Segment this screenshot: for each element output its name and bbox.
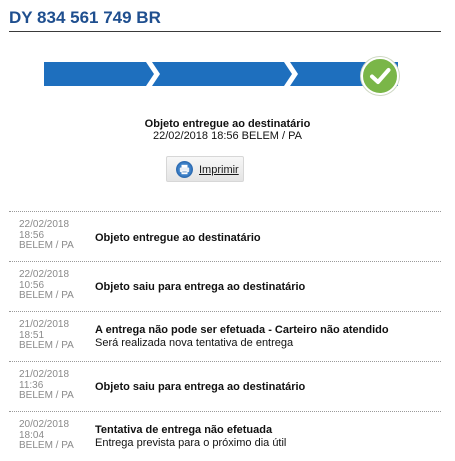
progress-bar (44, 62, 398, 86)
current-status: Objeto entregue ao destinatário 22/02/20… (0, 118, 455, 142)
progress-step-1 (44, 62, 154, 86)
event-date: 22/02/2018 (19, 269, 70, 280)
event-detail: Será realizada nova tentativa de entrega (95, 337, 294, 349)
event-meta: 22/02/2018 10:56 BELEM / PA (19, 269, 74, 302)
print-button-label: Imprimir (199, 164, 239, 176)
status-title: Objeto entregue ao destinatário (144, 118, 311, 130)
event-detail: Entrega prevista para o próximo dia útil (95, 437, 287, 449)
event-place: BELEM / PA (19, 240, 74, 251)
event-item: 21/02/2018 18:51 BELEM / PA A entrega nã… (9, 311, 441, 361)
event-date: 21/02/2018 (19, 319, 70, 330)
event-item: 20/02/2018 18:04 BELEM / PA Tentativa de… (9, 411, 441, 461)
event-meta: 20/02/2018 18:04 BELEM / PA (19, 419, 74, 452)
status-subtitle: 22/02/2018 18:56 BELEM / PA (152, 130, 302, 142)
event-list: 22/02/2018 18:56 BELEM / PA Objeto entre… (9, 211, 441, 461)
event-title: A entrega não pode ser efetuada - Cartei… (95, 324, 389, 336)
event-place: BELEM / PA (19, 440, 74, 451)
event-title: Objeto saiu para entrega ao destinatário (95, 381, 306, 393)
event-place: BELEM / PA (19, 340, 74, 351)
event-title: Tentativa de entrega não efetuada (95, 424, 273, 436)
tracking-code: DY 834 561 749 BR (9, 8, 161, 27)
event-title: Objeto entregue ao destinatário (95, 232, 261, 244)
event-meta: 21/02/2018 18:51 BELEM / PA (19, 319, 74, 352)
event-item: 22/02/2018 18:56 BELEM / PA Objeto entre… (9, 211, 441, 261)
event-title: Objeto saiu para entrega ao destinatário (95, 281, 306, 293)
event-item: 22/02/2018 10:56 BELEM / PA Objeto saiu … (9, 261, 441, 311)
event-date: 21/02/2018 (19, 369, 70, 380)
progress-step-2 (152, 62, 292, 86)
event-place: BELEM / PA (19, 290, 74, 301)
event-item: 21/02/2018 11:36 BELEM / PA Objeto saiu … (9, 361, 441, 411)
title-divider (9, 31, 441, 32)
event-meta: 21/02/2018 11:36 BELEM / PA (19, 369, 74, 402)
printer-icon (176, 161, 193, 178)
checkmark-icon (361, 57, 399, 95)
event-date: 22/02/2018 (19, 219, 70, 230)
event-place: BELEM / PA (19, 390, 74, 401)
print-button[interactable]: Imprimir (166, 156, 244, 182)
event-date: 20/02/2018 (19, 419, 70, 430)
event-meta: 22/02/2018 18:56 BELEM / PA (19, 219, 74, 252)
